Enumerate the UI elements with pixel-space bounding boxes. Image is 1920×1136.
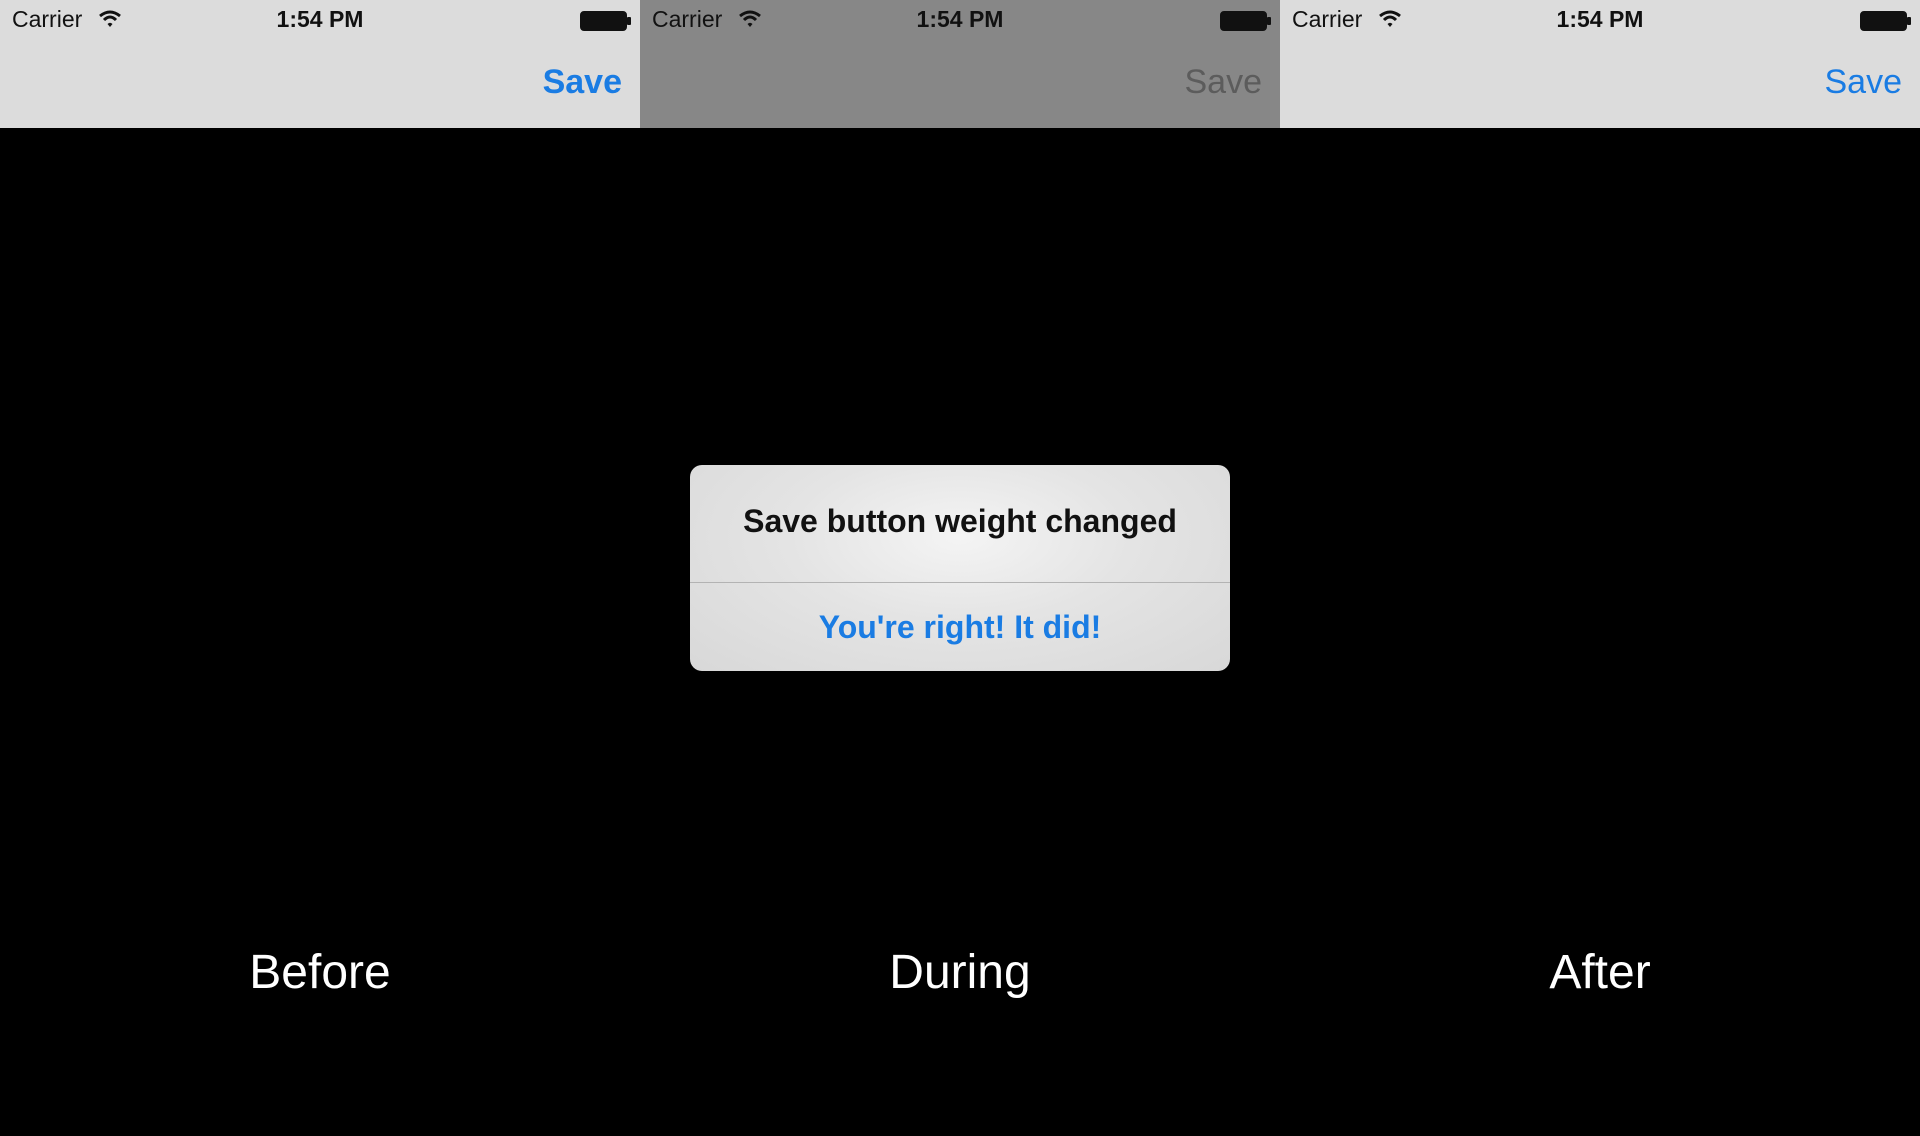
navigation-bar: Carrier 1:54 PM Save [640, 0, 1280, 128]
save-button[interactable]: Save [543, 63, 622, 102]
alert-dialog: Save button weight changed You're right!… [690, 465, 1230, 671]
alert-title: Save button weight changed [743, 503, 1177, 539]
status-time: 1:54 PM [916, 6, 1004, 32]
panel-before: Carrier 1:54 PM Save Before [0, 0, 640, 1136]
caption-label: Before [249, 946, 391, 999]
caption-label: During [889, 946, 1031, 999]
battery-icon [1220, 11, 1271, 31]
alert-confirm-button[interactable]: You're right! It did! [690, 583, 1230, 671]
caption-label: After [1549, 946, 1651, 999]
status-bar: Carrier 1:54 PM [1280, 0, 1920, 40]
panel-during: Carrier 1:54 PM Save Save button weight … [640, 0, 1280, 1136]
save-button[interactable]: Save [1825, 63, 1903, 102]
navigation-bar: Carrier 1:54 PM Save [1280, 0, 1920, 128]
battery-icon [580, 11, 631, 31]
status-time: 1:54 PM [1556, 6, 1644, 32]
status-bar: Carrier 1:54 PM [640, 0, 1280, 40]
battery-icon [1860, 11, 1911, 31]
save-button[interactable]: Save [1185, 63, 1263, 102]
panel-after: Carrier 1:54 PM Save After [1280, 0, 1920, 1136]
status-bar: Carrier 1:54 PM [0, 0, 640, 40]
navigation-bar: Carrier 1:54 PM Save [0, 0, 640, 128]
status-time: 1:54 PM [276, 6, 364, 32]
